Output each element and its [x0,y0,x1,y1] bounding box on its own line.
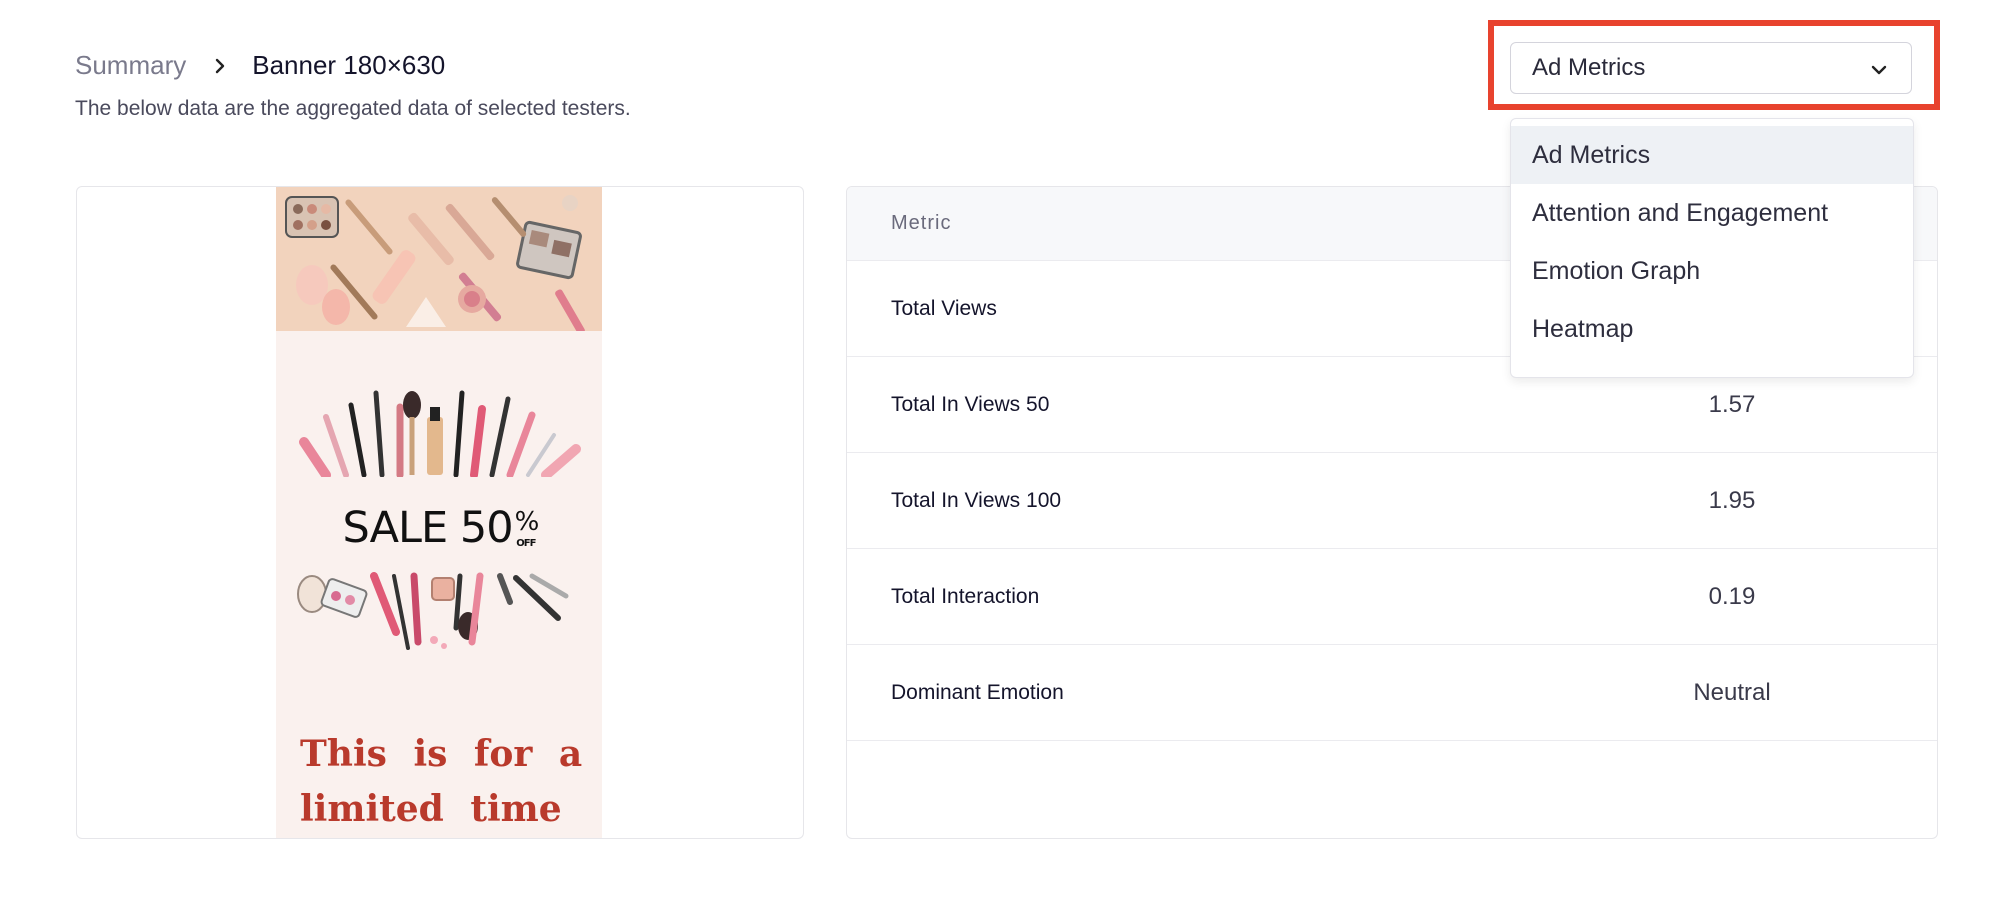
metric-value: 0.19 [1708,583,1756,610]
table-row: Dominant Emotion Neutral [847,645,1937,741]
ad-preview-card: SALE 50%OFF This is for a limited time [76,186,804,839]
sale-off-text: OFF [516,538,536,549]
menu-item-attention-engagement[interactable]: Attention and Engagement [1511,184,1913,242]
metric-value: Neutral [1693,679,1771,706]
sale-main-text: SALE 50 [342,503,514,553]
banner-tagline: This is for a limited time [300,733,583,830]
menu-item-heatmap[interactable]: Heatmap [1511,300,1913,358]
view-select-value: Ad Metrics [1532,54,1646,81]
sale-percent-sign: % [514,507,540,537]
table-row: Total Interaction 0.19 [847,549,1937,645]
metric-name: Total Views [891,297,997,320]
metric-column-header: Metric [891,212,952,234]
page-subtitle: The below data are the aggregated data o… [75,97,631,120]
view-select-dropdown[interactable]: Ad Metrics [1510,42,1912,94]
menu-item-ad-metrics[interactable]: Ad Metrics [1511,126,1913,184]
metric-name: Total Interaction [891,585,1040,608]
chevron-down-icon [1869,59,1889,79]
sale-headline: SALE 50%OFF [276,503,602,553]
makeup-brushes-bottom-graphic [296,572,582,662]
metric-value: 1.95 [1708,487,1756,514]
metric-name: Dominant Emotion [891,681,1064,704]
breadcrumb: Summary Banner 180×630 [75,50,445,81]
table-row: Total In Views 100 1.95 [847,453,1937,549]
makeup-flatlay-photo [276,187,602,331]
breadcrumb-summary-link[interactable]: Summary [75,50,186,81]
metric-name: Total In Views 50 [891,393,1050,416]
metric-name: Total In Views 100 [891,489,1062,512]
menu-item-emotion-graph[interactable]: Emotion Graph [1511,242,1913,300]
makeup-brushes-top-graphic [296,387,582,477]
view-select-menu: Ad Metrics Attention and Engagement Emot… [1510,118,1914,378]
ad-banner-image: SALE 50%OFF This is for a limited time [276,187,602,838]
chevron-right-icon [210,56,230,76]
breadcrumb-current: Banner 180×630 [252,50,446,80]
